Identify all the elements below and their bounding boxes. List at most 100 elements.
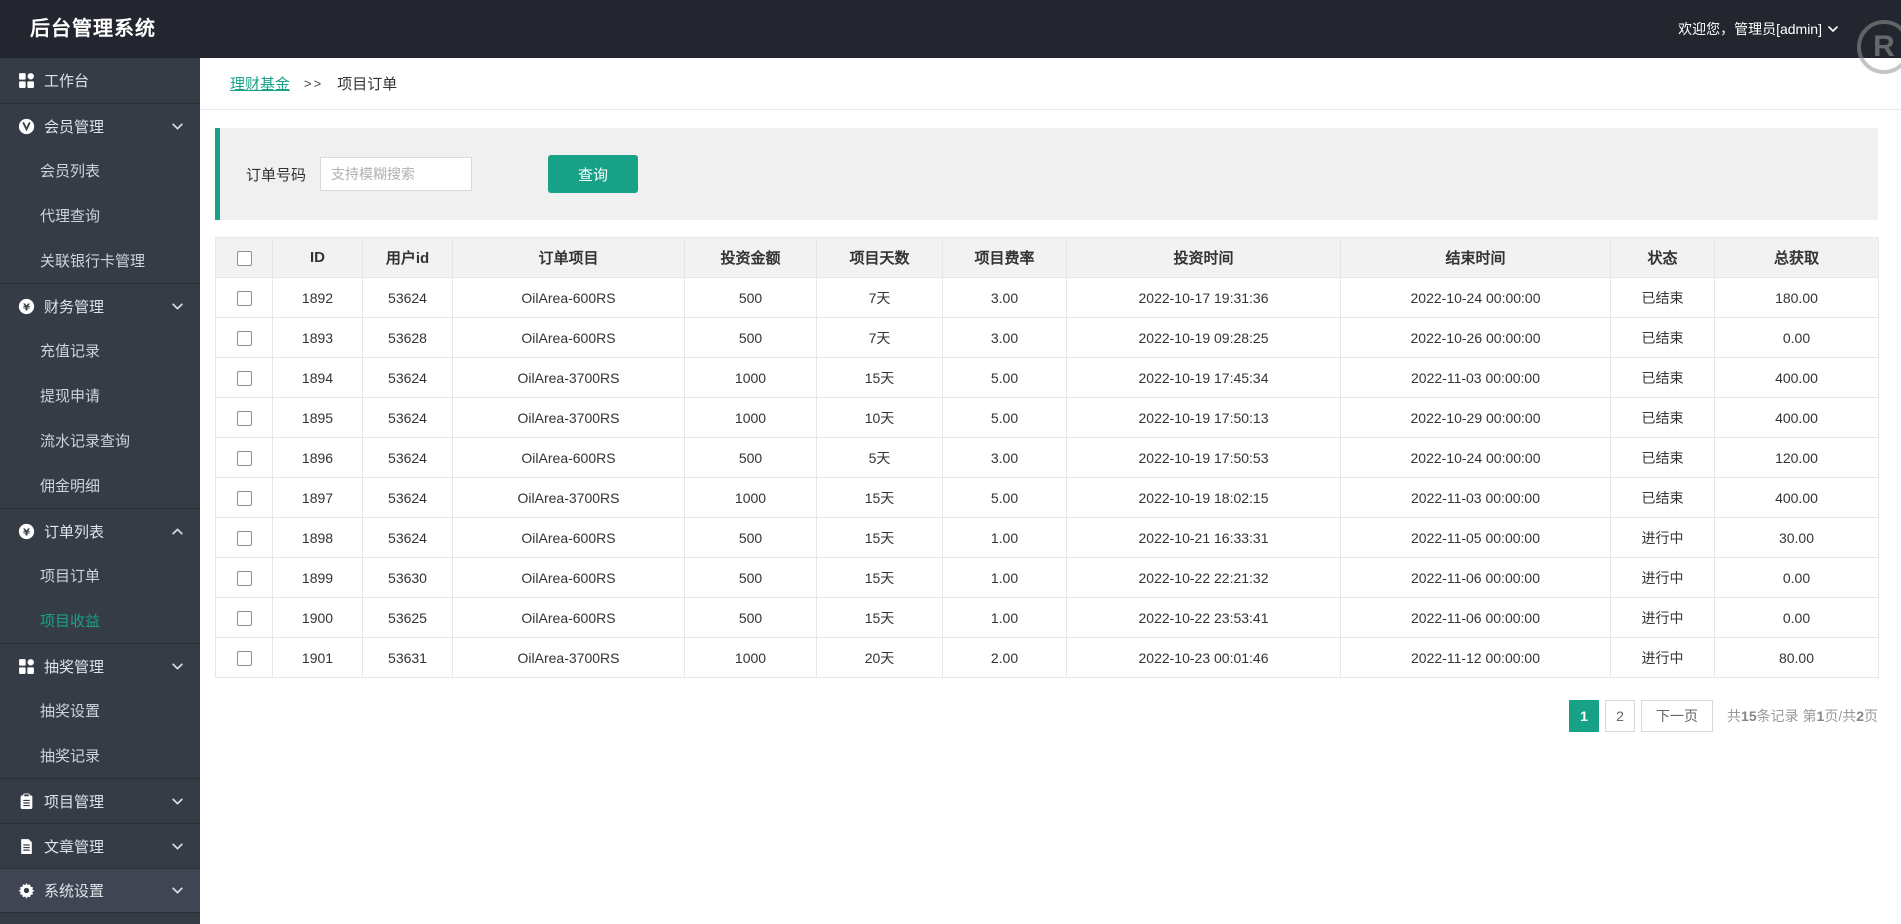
row-checkbox-cell (216, 318, 273, 358)
sidebar-item-label: 代理查询 (40, 205, 184, 226)
column-header-end-time: 结束时间 (1341, 238, 1611, 278)
sidebar-item-member-mgmt[interactable]: 会员管理 (0, 103, 200, 148)
chevron-down-icon (171, 300, 184, 313)
row-checkbox[interactable] (237, 411, 252, 426)
sidebar-item-lottery-mgmt[interactable]: 抽奖管理 (0, 643, 200, 688)
sidebar-item-finance-mgmt[interactable]: ¥ 财务管理 (0, 283, 200, 328)
sidebar-item-member-list[interactable]: 会员列表 (0, 148, 200, 193)
row-checkbox[interactable] (237, 491, 252, 506)
chevron-down-icon (171, 795, 184, 808)
row-checkbox[interactable] (237, 291, 252, 306)
cell-project: OilArea-3700RS (453, 478, 685, 518)
cell-amount: 500 (685, 558, 817, 598)
svg-text:¥: ¥ (23, 527, 30, 538)
user-menu[interactable]: 欢迎您，管理员[admin] (1678, 0, 1839, 58)
sidebar-item-label: 充值记录 (40, 340, 184, 361)
cell-rate: 3.00 (943, 318, 1067, 358)
cell-total: 0.00 (1715, 558, 1879, 598)
sidebar-item-withdraw-requests[interactable]: 提现申请 (0, 373, 200, 418)
table-row: 1894 53624 OilArea-3700RS 1000 15天 5.00 … (216, 358, 1879, 398)
table-header-row: ID 用户id 订单项目 投资金额 项目天数 项目费率 投资时间 结束时间 状态… (216, 238, 1879, 278)
cell-rate: 1.00 (943, 558, 1067, 598)
cell-id: 1900 (273, 598, 363, 638)
row-checkbox[interactable] (237, 611, 252, 626)
table-row: 1899 53630 OilArea-600RS 500 15天 1.00 20… (216, 558, 1879, 598)
select-all-checkbox[interactable] (237, 251, 252, 266)
sidebar-item-label: 抽奖管理 (44, 656, 171, 677)
cell-rate: 5.00 (943, 398, 1067, 438)
row-checkbox[interactable] (237, 531, 252, 546)
sidebar-item-label: 流水记录查询 (40, 430, 184, 451)
sidebar-item-label: 抽奖记录 (40, 745, 184, 766)
main-content: 理财基金 >> 项目订单 订单号码 查询 ID 用户id 订单项目 投资金额 项… (200, 58, 1901, 924)
cell-project: OilArea-600RS (453, 598, 685, 638)
page-button-1[interactable]: 1 (1569, 700, 1599, 732)
row-checkbox[interactable] (237, 451, 252, 466)
cell-project: OilArea-600RS (453, 278, 685, 318)
cell-id: 1893 (273, 318, 363, 358)
pagination: 1 2 下一页 共15条记录 第1页/共2页 (215, 700, 1878, 732)
sidebar-item-label: 抽奖设置 (40, 700, 184, 721)
sidebar-item-flow-records-query[interactable]: 流水记录查询 (0, 418, 200, 463)
cell-invest-time: 2022-10-19 09:28:25 (1067, 318, 1341, 358)
cell-invest-time: 2022-10-23 00:01:46 (1067, 638, 1341, 678)
select-all-cell (216, 238, 273, 278)
row-checkbox-cell (216, 398, 273, 438)
column-header-id: ID (273, 238, 363, 278)
row-checkbox-cell (216, 358, 273, 398)
cell-invest-time: 2022-10-19 17:45:34 (1067, 358, 1341, 398)
order-number-label: 订单号码 (246, 164, 306, 185)
sidebar-item-project-mgmt[interactable]: 项目管理 (0, 778, 200, 823)
cell-total: 0.00 (1715, 598, 1879, 638)
breadcrumb-separator: >> (304, 76, 323, 91)
cell-project: OilArea-600RS (453, 558, 685, 598)
table-row: 1901 53631 OilArea-3700RS 1000 20天 2.00 … (216, 638, 1879, 678)
query-button[interactable]: 查询 (548, 155, 638, 193)
sidebar-item-workbench[interactable]: 工作台 (0, 58, 200, 103)
row-checkbox-cell (216, 518, 273, 558)
search-panel: 订单号码 查询 (215, 128, 1878, 220)
cell-days: 15天 (817, 598, 943, 638)
order-number-input[interactable] (320, 157, 472, 191)
sidebar-item-label: 会员列表 (40, 160, 184, 181)
cell-days: 10天 (817, 398, 943, 438)
table-row: 1893 53628 OilArea-600RS 500 7天 3.00 202… (216, 318, 1879, 358)
row-checkbox[interactable] (237, 371, 252, 386)
sidebar-item-lottery-settings[interactable]: 抽奖设置 (0, 688, 200, 733)
breadcrumb-link-parent[interactable]: 理财基金 (230, 73, 290, 94)
cell-id: 1901 (273, 638, 363, 678)
table-row: 1895 53624 OilArea-3700RS 1000 10天 5.00 … (216, 398, 1879, 438)
row-checkbox[interactable] (237, 571, 252, 586)
sidebar: 工作台 会员管理 会员列表 代理查询 关联银行卡管理 ¥ 财务管理 充值记录 提… (0, 58, 200, 924)
next-page-button[interactable]: 下一页 (1641, 700, 1713, 732)
row-checkbox[interactable] (237, 331, 252, 346)
sidebar-item-order-list[interactable]: ¥ 订单列表 (0, 508, 200, 553)
svg-text:¥: ¥ (23, 302, 30, 313)
sidebar-item-recharge-records[interactable]: 充值记录 (0, 328, 200, 373)
sidebar-item-commission-detail[interactable]: 佣金明细 (0, 463, 200, 508)
page-button-2[interactable]: 2 (1605, 700, 1635, 732)
cell-invest-time: 2022-10-19 17:50:53 (1067, 438, 1341, 478)
cell-amount: 500 (685, 318, 817, 358)
sidebar-item-lottery-records[interactable]: 抽奖记录 (0, 733, 200, 778)
cell-status: 已结束 (1611, 398, 1715, 438)
sidebar-item-project-orders[interactable]: 项目订单 (0, 553, 200, 598)
sidebar-item-agent-query[interactable]: 代理查询 (0, 193, 200, 238)
sidebar-item-system-settings[interactable]: 系统设置 (0, 868, 200, 913)
clipboard-icon (18, 793, 35, 810)
row-checkbox-cell (216, 438, 273, 478)
cell-status: 已结束 (1611, 278, 1715, 318)
row-checkbox[interactable] (237, 651, 252, 666)
cell-uid: 53630 (363, 558, 453, 598)
breadcrumb: 理财基金 >> 项目订单 (200, 58, 1901, 110)
sidebar-item-bank-card-mgmt[interactable]: 关联银行卡管理 (0, 238, 200, 283)
row-checkbox-cell (216, 478, 273, 518)
cell-invest-time: 2022-10-22 23:53:41 (1067, 598, 1341, 638)
sidebar-item-article-mgmt[interactable]: 文章管理 (0, 823, 200, 868)
cell-rate: 1.00 (943, 598, 1067, 638)
sidebar-item-project-earnings[interactable]: 项目收益 (0, 598, 200, 643)
cell-status: 进行中 (1611, 558, 1715, 598)
column-header-user-id: 用户id (363, 238, 453, 278)
cell-id: 1899 (273, 558, 363, 598)
cell-status: 进行中 (1611, 638, 1715, 678)
